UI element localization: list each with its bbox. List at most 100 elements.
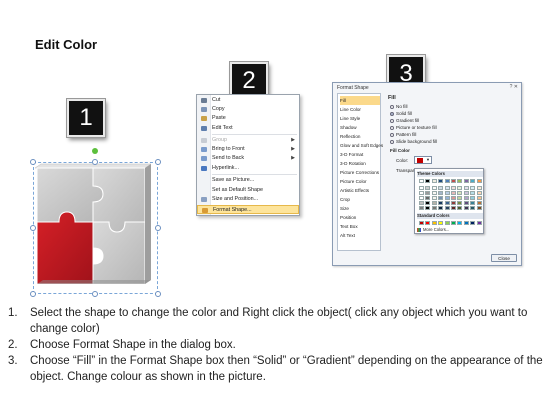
theme-color-swatch[interactable] — [438, 191, 444, 195]
standard-color-swatch[interactable] — [451, 221, 456, 225]
theme-color-swatch[interactable] — [444, 201, 450, 205]
theme-color-swatch[interactable] — [451, 201, 456, 205]
theme-color-swatch[interactable] — [431, 196, 437, 200]
theme-color-swatch[interactable] — [463, 191, 469, 195]
theme-color-swatch[interactable] — [451, 191, 456, 195]
theme-color-swatch[interactable] — [470, 206, 476, 210]
theme-color-swatch[interactable] — [425, 191, 431, 195]
category-alt-text[interactable]: Alt Text — [340, 231, 380, 240]
theme-color-swatch[interactable] — [457, 179, 463, 183]
theme-color-swatch[interactable] — [425, 179, 431, 183]
theme-color-swatch[interactable] — [438, 186, 444, 190]
standard-color-swatch[interactable] — [438, 221, 444, 225]
color-picker-button[interactable]: ▼ — [414, 156, 432, 164]
close-button[interactable]: Close — [491, 254, 517, 262]
theme-color-swatch[interactable] — [457, 201, 463, 205]
menu-item-group[interactable]: Group ▶ — [197, 136, 299, 145]
menu-item-copy[interactable]: Copy — [197, 105, 299, 114]
menu-item-bring-to-front[interactable]: Bring to Front ▶ — [197, 145, 299, 154]
theme-color-swatch[interactable] — [463, 179, 469, 183]
theme-color-swatch[interactable] — [444, 191, 450, 195]
theme-color-swatch[interactable] — [444, 186, 450, 190]
theme-color-swatch[interactable] — [457, 186, 463, 190]
standard-color-swatch[interactable] — [419, 221, 424, 225]
category-reflection[interactable]: Reflection — [340, 132, 380, 141]
category-3d-format[interactable]: 3-D Format — [340, 150, 380, 159]
theme-color-swatch[interactable] — [431, 186, 437, 190]
resize-handle-bm[interactable] — [92, 291, 98, 297]
category-line-style[interactable]: Line Style — [340, 114, 380, 123]
menu-item-size-position[interactable]: Size and Position... — [197, 195, 299, 204]
theme-color-swatch[interactable] — [476, 186, 482, 190]
theme-color-swatch[interactable] — [431, 179, 437, 183]
theme-color-swatch[interactable] — [476, 206, 482, 210]
theme-color-swatch[interactable] — [419, 201, 424, 205]
menu-item-save-as-picture[interactable]: Save as Picture... — [197, 176, 299, 185]
resize-handle-mr[interactable] — [155, 225, 161, 231]
theme-color-swatch[interactable] — [419, 179, 424, 183]
option-gradient-fill[interactable]: Gradient fill — [390, 117, 419, 124]
more-colors-link[interactable]: More Colors... — [417, 227, 449, 233]
theme-color-swatch[interactable] — [425, 206, 431, 210]
theme-color-swatch[interactable] — [438, 196, 444, 200]
theme-color-swatch[interactable] — [463, 206, 469, 210]
resize-handle-tr[interactable] — [155, 159, 161, 165]
theme-color-swatch[interactable] — [470, 201, 476, 205]
menu-item-paste[interactable]: Paste — [197, 114, 299, 123]
menu-item-send-to-back[interactable]: Send to Back ▶ — [197, 154, 299, 163]
category-picture-corrections[interactable]: Picture Corrections — [340, 168, 380, 177]
puzzle-shape[interactable] — [30, 148, 161, 302]
resize-handle-tm[interactable] — [92, 159, 98, 165]
menu-item-edit-text[interactable]: Edit Text — [197, 124, 299, 133]
theme-color-swatch[interactable] — [425, 186, 431, 190]
resize-handle-br[interactable] — [155, 291, 161, 297]
theme-color-swatch[interactable] — [451, 206, 456, 210]
theme-color-swatch[interactable] — [476, 196, 482, 200]
resize-handle-tl[interactable] — [30, 159, 36, 165]
theme-color-swatch[interactable] — [444, 206, 450, 210]
theme-color-swatch[interactable] — [419, 206, 424, 210]
theme-color-swatch[interactable] — [419, 191, 424, 195]
category-artistic-effects[interactable]: Artistic Effects — [340, 186, 380, 195]
category-size[interactable]: Size — [340, 204, 380, 213]
theme-color-swatch[interactable] — [431, 206, 437, 210]
theme-color-swatch[interactable] — [463, 196, 469, 200]
menu-item-format-shape[interactable]: Format Shape... — [197, 205, 299, 214]
theme-color-swatch[interactable] — [425, 201, 431, 205]
standard-color-swatch[interactable] — [476, 221, 482, 225]
theme-color-swatch[interactable] — [451, 196, 456, 200]
option-no-fill[interactable]: No fill — [390, 103, 408, 110]
theme-color-swatch[interactable] — [438, 206, 444, 210]
theme-color-swatch[interactable] — [419, 196, 424, 200]
theme-color-swatch[interactable] — [438, 179, 444, 183]
standard-color-swatch[interactable] — [444, 221, 450, 225]
theme-color-swatch[interactable] — [470, 196, 476, 200]
menu-item-set-default-shape[interactable]: Set as Default Shape — [197, 186, 299, 195]
theme-color-swatch[interactable] — [438, 201, 444, 205]
standard-color-swatch[interactable] — [470, 221, 476, 225]
menu-item-hyperlink[interactable]: Hyperlink... — [197, 164, 299, 173]
theme-color-swatch[interactable] — [470, 186, 476, 190]
dialog-title-buttons[interactable]: ? ✕ — [510, 84, 518, 90]
rotation-handle[interactable] — [92, 148, 98, 154]
option-solid-fill[interactable]: Solid fill — [390, 110, 412, 117]
theme-color-swatch[interactable] — [444, 196, 450, 200]
theme-color-swatch[interactable] — [470, 179, 476, 183]
standard-color-swatch[interactable] — [457, 221, 463, 225]
theme-color-swatch[interactable] — [425, 196, 431, 200]
standard-color-swatch[interactable] — [463, 221, 469, 225]
category-picture-color[interactable]: Picture Color — [340, 177, 380, 186]
category-3d-rotation[interactable]: 3-D Rotation — [340, 159, 380, 168]
category-line-color[interactable]: Line Color — [340, 105, 380, 114]
theme-color-swatch[interactable] — [463, 201, 469, 205]
theme-color-swatch[interactable] — [451, 179, 456, 183]
category-shadow[interactable]: Shadow — [340, 123, 380, 132]
category-position[interactable]: Position — [340, 213, 380, 222]
theme-color-swatch[interactable] — [444, 179, 450, 183]
menu-item-cut[interactable]: Cut — [197, 96, 299, 105]
theme-color-swatch[interactable] — [457, 206, 463, 210]
theme-color-swatch[interactable] — [476, 191, 482, 195]
category-glow[interactable]: Glow and Soft Edges — [340, 141, 383, 150]
option-picture-fill[interactable]: Picture or texture fill — [390, 124, 437, 131]
standard-color-swatch[interactable] — [425, 221, 431, 225]
